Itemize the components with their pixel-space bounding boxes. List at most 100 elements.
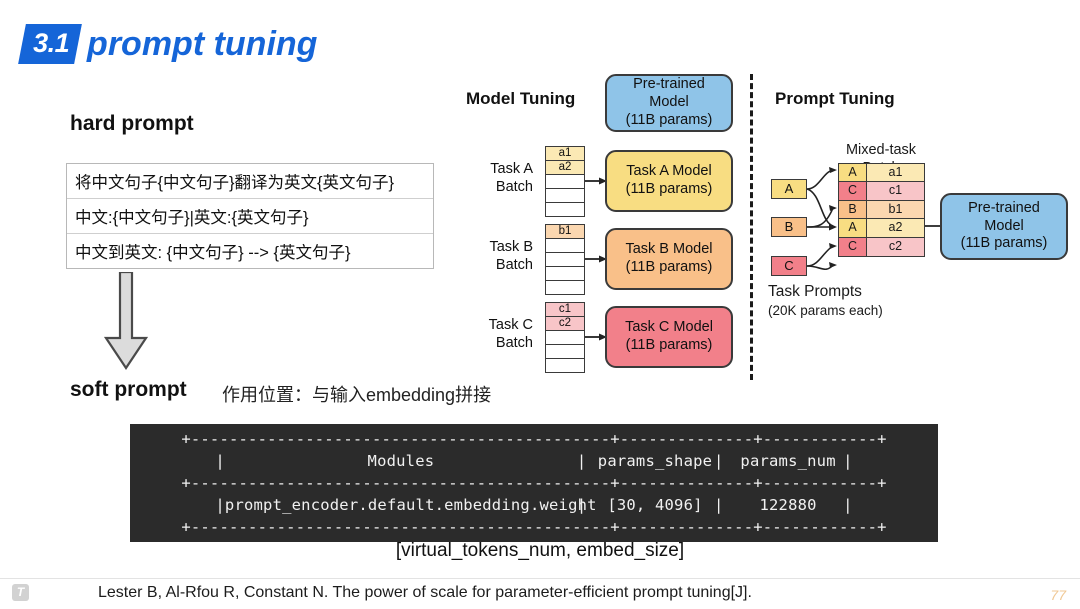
task-c-batch-label-line1: Task C xyxy=(488,317,533,333)
code-caption: [virtual_tokens_num, embed_size] xyxy=(395,540,685,561)
task-prompts-caption: Task Prompts (20K params each) xyxy=(768,282,883,319)
code-header-params-num: params_num xyxy=(740,452,836,470)
section-divider xyxy=(750,74,753,380)
mixed-batch-row: A a1 xyxy=(839,164,924,183)
pretrained-model-line1: Pre-trained xyxy=(633,76,705,93)
mixed-batch-tag: A xyxy=(839,219,867,237)
soft-prompt-note: 作用位置：与输入embedding拼接 xyxy=(222,385,492,405)
task-b-model-box: Task B Model (11B params) xyxy=(605,228,733,290)
mixed-batch-row: A a2 xyxy=(839,219,924,238)
hard-prompt-table: 将中文句子{中文句子}翻译为英文{英文句子} 中文:{中文句子}|英文:{英文句… xyxy=(66,163,434,269)
mixed-batch-tag: C xyxy=(839,182,867,200)
batch-cell xyxy=(546,281,584,295)
task-prompt-chip-c[interactable]: C xyxy=(771,256,807,276)
batch-cell xyxy=(546,203,584,217)
hard-prompt-row: 将中文句子{中文句子}翻译为英文{英文句子} xyxy=(67,164,433,199)
mixed-batch-item: c1 xyxy=(867,182,924,200)
batch-cell: c2 xyxy=(546,317,584,331)
mixed-batch-row: C c1 xyxy=(839,182,924,201)
slide-number: 3.1 xyxy=(33,28,70,58)
task-a-model-line1: Task A Model xyxy=(626,163,712,180)
task-a-model-line2: (11B params) xyxy=(625,181,713,197)
arrow-task-b-icon xyxy=(585,255,607,263)
mixed-batch-tag: B xyxy=(839,200,867,219)
hard-prompt-row: 中文:{中文句子}|英文:{英文句子} xyxy=(67,199,433,234)
mixed-batch-item: b1 xyxy=(867,200,924,219)
code-header-row: | Modules | params_shape | params_num | xyxy=(215,452,853,470)
hard-prompt-heading: hard prompt xyxy=(70,112,194,135)
task-b-model-line1: Task B Model xyxy=(625,241,713,258)
batch-cell xyxy=(546,253,584,267)
task-prompts-line2: (20K params each) xyxy=(768,302,883,318)
task-c-batch-label: Task C Batch xyxy=(478,316,533,352)
batch-cell xyxy=(546,189,584,203)
task-a-batch-label-line1: Task A xyxy=(490,161,533,177)
task-a-batch-label-line2: Batch xyxy=(495,179,533,196)
task-a-batch-label: Task A Batch xyxy=(478,160,533,196)
batch-cell: a2 xyxy=(546,161,584,175)
task-b-batch: b1 xyxy=(545,224,585,295)
task-c-model-line2: (11B params) xyxy=(625,337,713,353)
mixed-task-batch-table: A a1 C c1 B b1 A a2 C c2 xyxy=(838,163,925,257)
code-border-mid: +---------------------------------------… xyxy=(181,474,887,492)
batch-cell: c1 xyxy=(546,303,584,317)
mixed-batch-tag: C xyxy=(839,237,867,256)
pretrained-model-line2: Model xyxy=(984,217,1024,234)
code-cell-params-num: 122880 xyxy=(759,496,817,514)
batch-cell: b1 xyxy=(546,225,584,239)
arrow-task-a-icon xyxy=(585,177,607,185)
pretrained-model-line2: Model xyxy=(649,94,689,111)
code-border-top: +---------------------------------------… xyxy=(181,430,887,448)
page-number: 77 xyxy=(1050,587,1066,603)
code-cell-params-shape: [30, 4096] xyxy=(607,496,703,514)
task-prompts-line1: Task Prompts xyxy=(768,283,862,300)
soft-prompt-heading: soft prompt xyxy=(70,378,187,401)
prompt-tuning-heading: Prompt Tuning xyxy=(775,89,895,108)
slide-number-badge: 3.1 xyxy=(18,24,82,64)
task-b-batch-label-line2: Batch xyxy=(495,257,533,274)
text-tool-icon: T xyxy=(12,584,29,601)
task-c-model-line1: Task C Model xyxy=(625,319,713,336)
model-tuning-heading: Model Tuning xyxy=(466,89,576,108)
code-cell-module: prompt_encoder.default.embedding.weight xyxy=(224,496,597,514)
code-data-row: |prompt_encoder.default.embedding.weight… xyxy=(215,496,853,514)
hard-prompt-row: 中文到英文: {中文句子} --> {英文句子} xyxy=(75,243,351,262)
batch-cell xyxy=(546,331,584,345)
pretrained-model-line3: (11B params) xyxy=(960,235,1048,252)
model-tuning-pretrained-model-box: Pre-trained Model (11B params) xyxy=(605,74,733,132)
mixed-batch-item: c2 xyxy=(867,237,924,256)
slide-title: 3.1 prompt tuning xyxy=(18,24,318,64)
page-title: prompt tuning xyxy=(87,24,318,63)
task-b-model-line2: (11B params) xyxy=(625,259,713,275)
batch-cell xyxy=(546,359,584,373)
batch-cell: a1 xyxy=(546,147,584,161)
code-header-params-shape: params_shape xyxy=(597,452,713,470)
prompt-routing-arrows-icon xyxy=(806,167,837,271)
batch-cell xyxy=(546,267,584,281)
task-b-batch-label-line1: Task B xyxy=(489,239,533,255)
mixed-batch-item: a1 xyxy=(867,164,924,182)
footer: T Lester B, Al-Rfou R, Constant N. The p… xyxy=(0,578,1080,609)
mixed-task-batch-label-line1: Mixed-task xyxy=(845,142,917,158)
task-c-model-box: Task C Model (11B params) xyxy=(605,306,733,368)
task-c-batch-label-line2: Batch xyxy=(495,335,533,352)
mixed-batch-row: B b1 xyxy=(839,200,924,220)
code-border-bottom: +---------------------------------------… xyxy=(181,518,887,536)
task-prompt-chip-b[interactable]: B xyxy=(771,217,807,237)
arrow-task-c-icon xyxy=(585,333,607,341)
pretrained-model-line1: Pre-trained xyxy=(968,199,1040,216)
task-a-batch: a1 a2 xyxy=(545,146,585,217)
mixed-batch-item: a2 xyxy=(867,219,924,237)
down-block-arrow-icon xyxy=(104,272,148,370)
code-header-modules: Modules xyxy=(367,452,435,470)
task-b-batch-label: Task B Batch xyxy=(478,238,533,274)
batch-cell xyxy=(546,175,584,189)
prompt-tuning-pretrained-model-box: Pre-trained Model (11B params) xyxy=(940,193,1068,260)
mixed-batch-row: C c2 xyxy=(839,237,924,256)
task-prompt-chip-a[interactable]: A xyxy=(771,179,807,199)
task-c-batch: c1 c2 xyxy=(545,302,585,373)
footer-citation: Lester B, Al-Rfou R, Constant N. The pow… xyxy=(98,584,752,601)
params-code-table: +---------------------------------------… xyxy=(130,424,938,542)
mixed-batch-tag: A xyxy=(839,164,867,182)
pretrained-model-line3: (11B params) xyxy=(625,111,713,128)
